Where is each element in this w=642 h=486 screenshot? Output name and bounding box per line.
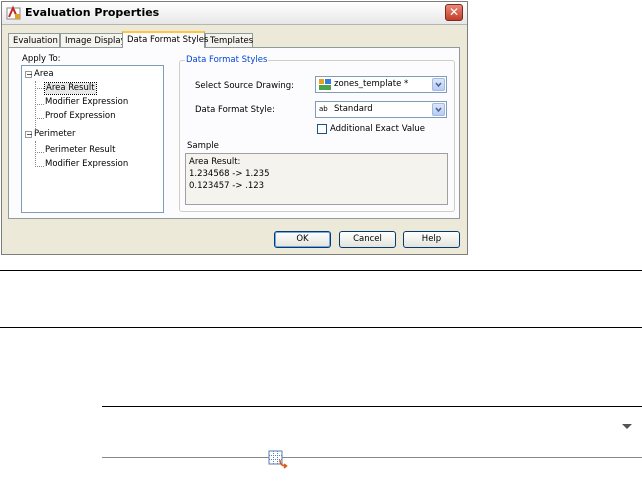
collapse-icon[interactable]: − [25, 71, 33, 79]
cancel-button[interactable]: Cancel [339, 231, 396, 248]
tab-image-display[interactable]: Image Display [60, 33, 126, 47]
tree-connector [35, 88, 44, 89]
tree-item-area-result[interactable]: Area Result [44, 82, 97, 95]
divider [0, 327, 642, 328]
style-icon: ab [319, 105, 328, 113]
sample-line: Area Result: [189, 157, 241, 167]
close-button[interactable]: ✕ [445, 4, 463, 21]
table-grid-icon[interactable] [267, 448, 289, 470]
dialog-title: Evaluation Properties [25, 6, 160, 19]
sample-line: 0.123457 -> .123 [189, 181, 265, 191]
evaluation-properties-dialog: Evaluation Properties ✕ Evaluation Image… [1, 1, 468, 255]
sample-line: 1.234568 -> 1.235 [189, 169, 270, 179]
data-format-style-label: Data Format Style: [195, 105, 275, 115]
tree-item-perimeter-modifier-expression[interactable]: Modifier Expression [45, 159, 128, 170]
help-button[interactable]: Help [403, 231, 460, 248]
data-format-style-select[interactable]: ab Standard [315, 101, 447, 118]
drawing-icon [319, 79, 331, 90]
tab-panel: Apply To: − Area Area Result Modifier Ex… [8, 47, 460, 219]
tree-item-perimeter-result[interactable]: Perimeter Result [45, 145, 115, 156]
data-format-styles-group: Data Format Styles Select Source Drawing… [179, 55, 455, 212]
tree-connector [35, 141, 36, 167]
ok-button[interactable]: OK [274, 231, 331, 248]
tree-connector [35, 104, 44, 105]
tree-connector [35, 152, 44, 153]
tree-connector [35, 166, 44, 167]
app-icon [6, 5, 21, 20]
chevron-down-icon[interactable] [432, 103, 445, 116]
collapse-icon[interactable]: − [25, 131, 33, 139]
tab-templates[interactable]: Templates [205, 33, 253, 47]
source-drawing-value: zones_template * [334, 79, 409, 89]
select-source-label: Select Source Drawing: [195, 81, 295, 91]
divider [102, 406, 642, 407]
apply-to-tree[interactable]: − Area Area Result Modifier Expression P… [21, 65, 164, 213]
source-drawing-select[interactable]: zones_template * [315, 76, 447, 93]
tab-data-format-styles[interactable]: Data Format Styles [122, 31, 208, 48]
tree-item-area[interactable]: Area [34, 69, 54, 80]
dropdown-arrow-icon[interactable] [622, 424, 632, 429]
title-bar[interactable]: Evaluation Properties ✕ [2, 2, 467, 25]
sample-box: Area Result: 1.234568 -> 1.235 0.123457 … [185, 153, 448, 205]
sample-label: Sample [187, 141, 219, 151]
tab-evaluation[interactable]: Evaluation [8, 33, 60, 47]
close-icon: ✕ [448, 5, 460, 19]
chevron-down-icon[interactable] [432, 78, 445, 91]
group-title: Data Format Styles [185, 55, 269, 65]
tree-connector [35, 118, 44, 119]
tree-item-proof-expression[interactable]: Proof Expression [45, 111, 116, 122]
additional-exact-value-checkbox[interactable] [317, 124, 327, 134]
tree-item-perimeter[interactable]: Perimeter [34, 129, 75, 140]
divider [102, 457, 642, 458]
tree-item-modifier-expression[interactable]: Modifier Expression [45, 97, 128, 108]
divider [0, 270, 642, 271]
data-format-style-value: Standard [334, 104, 373, 114]
additional-exact-value-label: Additional Exact Value [330, 124, 426, 134]
apply-to-label: Apply To: [22, 54, 61, 64]
